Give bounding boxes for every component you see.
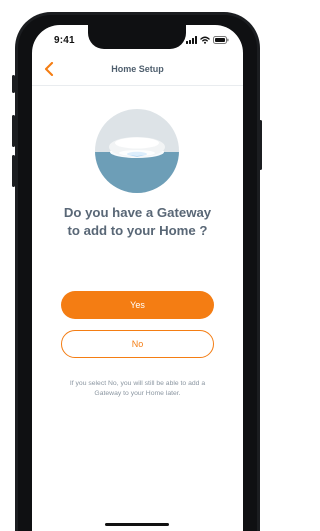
question-line-2: to add to your Home ? bbox=[67, 223, 208, 238]
phone-frame: 9:41 Home Setup Do you have a Gateway to… bbox=[15, 12, 260, 531]
hint-line-1: If you select No, you will still be able… bbox=[69, 380, 206, 387]
gateway-device-icon bbox=[95, 109, 179, 193]
yes-button[interactable]: Yes bbox=[61, 291, 214, 319]
status-time: 9:41 bbox=[54, 35, 75, 46]
signal-icon bbox=[186, 36, 197, 44]
status-icons bbox=[186, 35, 229, 45]
gateway-question: Do you have a Gateway to add to your Hom… bbox=[32, 204, 243, 240]
phone-bezel: 9:41 Home Setup Do you have a Gateway to… bbox=[18, 15, 257, 531]
gateway-hint-text: If you select No, you will still be able… bbox=[50, 379, 225, 399]
status-bar: 9:41 bbox=[32, 25, 243, 55]
wifi-icon bbox=[200, 36, 210, 44]
gateway-illustration bbox=[95, 109, 179, 193]
page-title: Home Setup bbox=[111, 64, 164, 74]
hint-line-2: Gateway to your Home later. bbox=[94, 390, 181, 397]
no-button[interactable]: No bbox=[61, 330, 214, 358]
question-line-1: Do you have a Gateway bbox=[63, 205, 212, 220]
battery-icon bbox=[213, 36, 229, 44]
home-indicator bbox=[105, 523, 169, 526]
app-screen: 9:41 Home Setup Do you have a Gateway to… bbox=[32, 25, 243, 531]
camera-notch bbox=[88, 25, 186, 49]
navigation-bar: Home Setup bbox=[32, 55, 243, 86]
